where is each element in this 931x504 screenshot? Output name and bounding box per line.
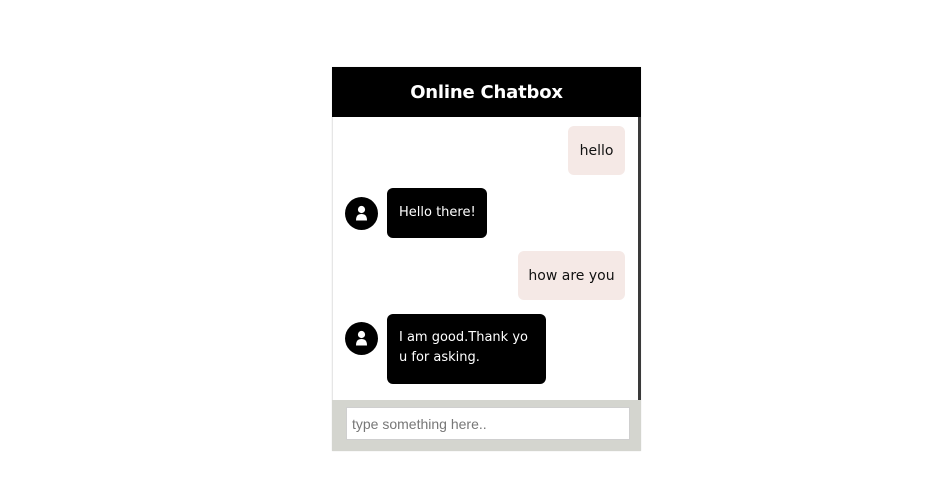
user-icon [356, 330, 367, 346]
bot-message: I am good.Thank yo u for asking. [387, 314, 546, 384]
chat-messages[interactable]: hello Hello there! how are you I am good… [332, 117, 639, 400]
bot-message-line: I am good.Thank yo [399, 330, 528, 345]
bot-message-line: u for asking. [399, 350, 480, 365]
bot-message-text: Hello there! [399, 205, 476, 220]
message-input[interactable] [346, 407, 630, 440]
user-message-text: hello [579, 142, 614, 159]
chat-header: Online Chatbox [332, 67, 641, 117]
bot-avatar [345, 197, 378, 230]
user-message: hello [568, 126, 625, 175]
user-icon [356, 205, 367, 221]
chatbox: Online Chatbox hello Hello there! how ar… [332, 67, 641, 451]
user-message: how are you [518, 251, 625, 300]
bot-message: Hello there! [387, 188, 487, 238]
bot-avatar [345, 322, 378, 355]
chat-title: Online Chatbox [410, 81, 563, 103]
chat-footer [332, 400, 641, 451]
user-message-text: how are you [528, 267, 615, 284]
chat-scrollbar[interactable] [638, 117, 641, 400]
